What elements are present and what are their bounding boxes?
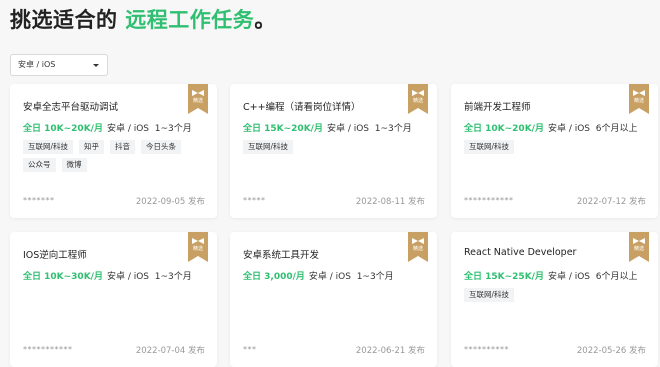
job-tag: 互联网/科技 <box>23 140 74 154</box>
caret-down-icon <box>93 64 99 67</box>
job-duration: 1~3个月 <box>154 272 192 282</box>
publish-suffix: 发布 <box>187 346 205 356</box>
job-masked-publisher: *** <box>243 345 257 354</box>
job-tag: 互联网/科技 <box>464 140 515 154</box>
featured-label: 精选 <box>192 98 203 104</box>
job-tags: 互联网/科技 <box>464 140 644 154</box>
job-masked-publisher: *********** <box>23 345 73 354</box>
featured-label: 精选 <box>412 246 423 252</box>
job-title[interactable]: C++编程（请看岗位详情） <box>243 99 361 113</box>
job-publish-date: 2022-09-05 发布 <box>136 195 205 207</box>
job-card[interactable]: 精选 React Native Developer 全日 15K~25K/月 安卓 /… <box>451 232 658 367</box>
featured-bowtie-icon <box>192 238 204 244</box>
featured-bowtie-icon <box>192 90 204 96</box>
job-meta: 全日 10K~30K/月 安卓 / iOS 1~3个月 <box>23 269 192 282</box>
publish-date-value: 2022-07-04 <box>135 346 186 356</box>
featured-ribbon: 精选 <box>408 232 428 262</box>
job-tags: 互联网/科技 <box>243 140 423 154</box>
featured-bowtie-icon <box>412 238 424 244</box>
job-title[interactable]: 安卓系统工具开发 <box>243 247 319 261</box>
job-salary: 全日 15K~20K/月 <box>243 124 323 134</box>
job-title[interactable]: IOS逆向工程师 <box>23 247 87 261</box>
job-duration: 6个月以上 <box>595 272 638 282</box>
publish-date-value: 2022-05-26 <box>576 346 627 356</box>
featured-ribbon: 精选 <box>629 232 649 262</box>
job-platform: 安卓 / iOS <box>326 124 370 134</box>
job-salary: 全日 3,000/月 <box>243 272 305 282</box>
job-salary: 全日 10K~30K/月 <box>23 272 103 282</box>
job-meta: 全日 3,000/月 安卓 / iOS 1~3个月 <box>243 269 394 282</box>
featured-ribbon: 精选 <box>188 84 208 114</box>
job-platform: 安卓 / iOS <box>106 124 150 134</box>
job-publish-date: 2022-07-12 发布 <box>577 195 646 207</box>
publish-date-value: 2022-07-12 <box>576 197 627 207</box>
job-duration: 1~3个月 <box>356 272 394 282</box>
featured-bowtie-icon <box>633 238 645 244</box>
job-card[interactable]: 精选 前端开发工程师 全日 10K~20K/月 安卓 / iOS 6个月以上 互联网/科… <box>451 84 658 218</box>
job-publish-date: 2022-08-11 发布 <box>356 195 425 207</box>
job-card[interactable]: 精选 安卓系统工具开发全日 3,000/月 安卓 / iOS 1~3个月 *** 202… <box>230 232 437 367</box>
job-meta: 全日 10K~20K/月 安卓 / iOS 1~3个月 <box>23 121 192 134</box>
job-tag: 公众号 <box>23 158 56 172</box>
job-card[interactable]: 精选 C++编程（请看岗位详情） 全日 15K~20K/月 安卓 / iOS 1~3个… <box>230 84 437 218</box>
featured-label: 精选 <box>192 246 203 252</box>
platform-filter-value: 安卓 / iOS <box>18 60 56 69</box>
featured-ribbon: 精选 <box>188 232 208 262</box>
publish-date-value: 2022-09-05 <box>135 197 186 207</box>
job-salary: 全日 10K~20K/月 <box>23 124 103 134</box>
job-salary: 全日 15K~25K/月 <box>464 272 544 282</box>
job-platform: 安卓 / iOS <box>106 272 150 282</box>
featured-label: 精选 <box>633 98 644 104</box>
job-title[interactable]: 安卓全志平台驱动调试 <box>23 99 118 113</box>
job-masked-publisher: ******* <box>23 196 55 205</box>
featured-bowtie-icon <box>412 90 424 96</box>
publish-suffix: 发布 <box>628 346 646 356</box>
job-tag: 今日头条 <box>141 140 182 154</box>
publish-suffix: 发布 <box>407 346 425 356</box>
featured-ribbon: 精选 <box>629 84 649 114</box>
job-publish-date: 2022-05-26 发布 <box>577 344 646 356</box>
job-tag: 抖音 <box>110 140 136 154</box>
platform-filter-select[interactable]: 安卓 / iOS <box>10 54 108 76</box>
job-platform: 安卓 / iOS <box>308 272 351 282</box>
job-card[interactable]: 精选 IOS逆向工程师全日 10K~30K/月 安卓 / iOS 1~3个月 ****… <box>10 232 217 367</box>
publish-suffix: 发布 <box>407 197 425 207</box>
title-prefix: 挑选适合的 <box>10 8 118 32</box>
job-meta: 全日 15K~20K/月 安卓 / iOS 1~3个月 <box>243 121 412 134</box>
job-card[interactable]: 精选 安卓全志平台驱动调试 全日 10K~20K/月 安卓 / iOS 1~3个月 互联… <box>10 84 217 218</box>
featured-label: 精选 <box>412 98 423 104</box>
featured-ribbon: 精选 <box>408 84 428 114</box>
job-title[interactable]: 前端开发工程师 <box>464 99 531 113</box>
job-platform: 安卓 / iOS <box>547 272 591 282</box>
job-masked-publisher: *********** <box>464 196 514 205</box>
job-publish-date: 2022-06-21 发布 <box>356 344 425 356</box>
featured-label: 精选 <box>633 246 644 252</box>
job-duration: 1~3个月 <box>154 124 192 134</box>
job-tag: 互联网/科技 <box>243 140 294 154</box>
job-masked-publisher: ********** <box>464 345 509 354</box>
job-meta: 全日 15K~25K/月 安卓 / iOS 6个月以上 <box>464 269 638 282</box>
job-publish-date: 2022-07-04 发布 <box>136 344 205 356</box>
job-tags: 互联网/科技 知乎 抖音 今日头条公众号 微博 <box>23 140 203 172</box>
job-platform: 安卓 / iOS <box>547 124 591 134</box>
job-masked-publisher: ***** <box>243 196 266 205</box>
job-salary: 全日 10K~20K/月 <box>464 124 544 134</box>
page-title: 挑选适合的 远程工作任务。 <box>10 4 276 34</box>
title-highlight: 远程工作任务 <box>125 8 255 32</box>
job-tag: 知乎 <box>79 140 105 154</box>
job-duration: 1~3个月 <box>374 124 412 134</box>
publish-date-value: 2022-08-11 <box>355 197 406 207</box>
job-duration: 6个月以上 <box>595 124 638 134</box>
publish-suffix: 发布 <box>187 197 205 207</box>
job-tags: 互联网/科技 <box>464 288 644 302</box>
job-meta: 全日 10K~20K/月 安卓 / iOS 6个月以上 <box>464 121 638 134</box>
job-title[interactable]: React Native Developer <box>464 247 576 258</box>
publish-date-value: 2022-06-21 <box>355 346 406 356</box>
job-tag: 互联网/科技 <box>464 288 515 302</box>
title-suffix: 。 <box>254 8 276 32</box>
publish-suffix: 发布 <box>628 197 646 207</box>
featured-bowtie-icon <box>633 90 645 96</box>
job-tag: 微博 <box>61 158 87 172</box>
